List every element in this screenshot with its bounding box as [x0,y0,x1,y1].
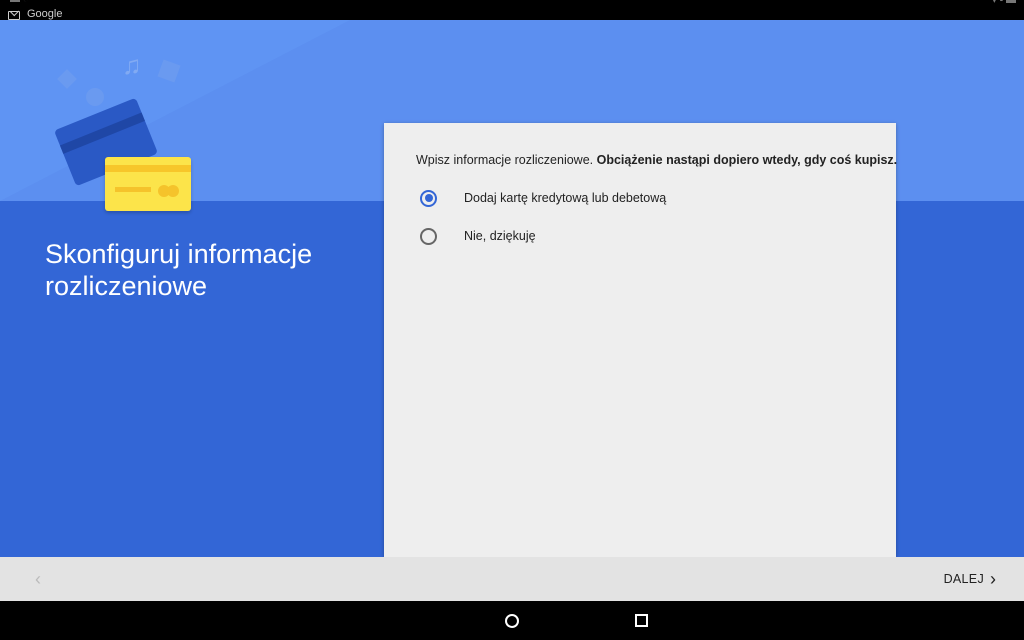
billing-info-text: Wpisz informacje rozliczeniowe. Obciążen… [416,153,898,167]
billing-card: Wpisz informacje rozliczeniowe. Obciążen… [384,123,898,557]
billing-info-bold: Obciążenie nastąpi dopiero wtedy, gdy co… [596,153,898,167]
card-number-line [115,187,151,192]
chevron-left-icon: ‹ [35,569,41,589]
billing-info-normal: Wpisz informacje rozliczeniowe. [416,153,594,167]
music-note-icon: ♫ [122,50,142,80]
page-title: Skonfiguruj informacje rozliczeniowe [45,239,313,301]
credit-card-icon [105,157,191,211]
recents-icon[interactable] [635,614,648,627]
gmail-icon [8,11,20,20]
option-add-card[interactable]: Dodaj kartę kredytową lub debetową [420,187,666,209]
chevron-right-icon: › [990,569,996,589]
radio-button[interactable] [420,227,437,245]
option-no-thanks[interactable]: Nie, dziękuję [420,225,536,247]
radio-button-selected[interactable] [420,189,437,207]
system-nav-bar [0,601,1024,640]
status-icons-left: ▬ ◔ [10,0,29,5]
status-icons-right: ▾ ▪ ▬ [991,0,1016,6]
decor-circle [86,88,104,106]
back-button[interactable]: ‹ [28,569,48,589]
option-label: Nie, dziękuję [464,229,536,243]
action-bar: ‹ DALEJ › [0,557,1024,601]
notification-text: Google [27,8,63,20]
card-stripe [105,165,191,172]
next-button-label: DALEJ [943,572,984,586]
status-bar: ▬ ◔ Google ▾ ▪ ▬ [0,0,1024,20]
next-button[interactable]: DALEJ › [944,568,996,590]
card-logo-circle [167,185,179,197]
home-icon[interactable] [505,614,519,628]
option-label: Dodaj kartę kredytową lub debetową [464,191,667,205]
